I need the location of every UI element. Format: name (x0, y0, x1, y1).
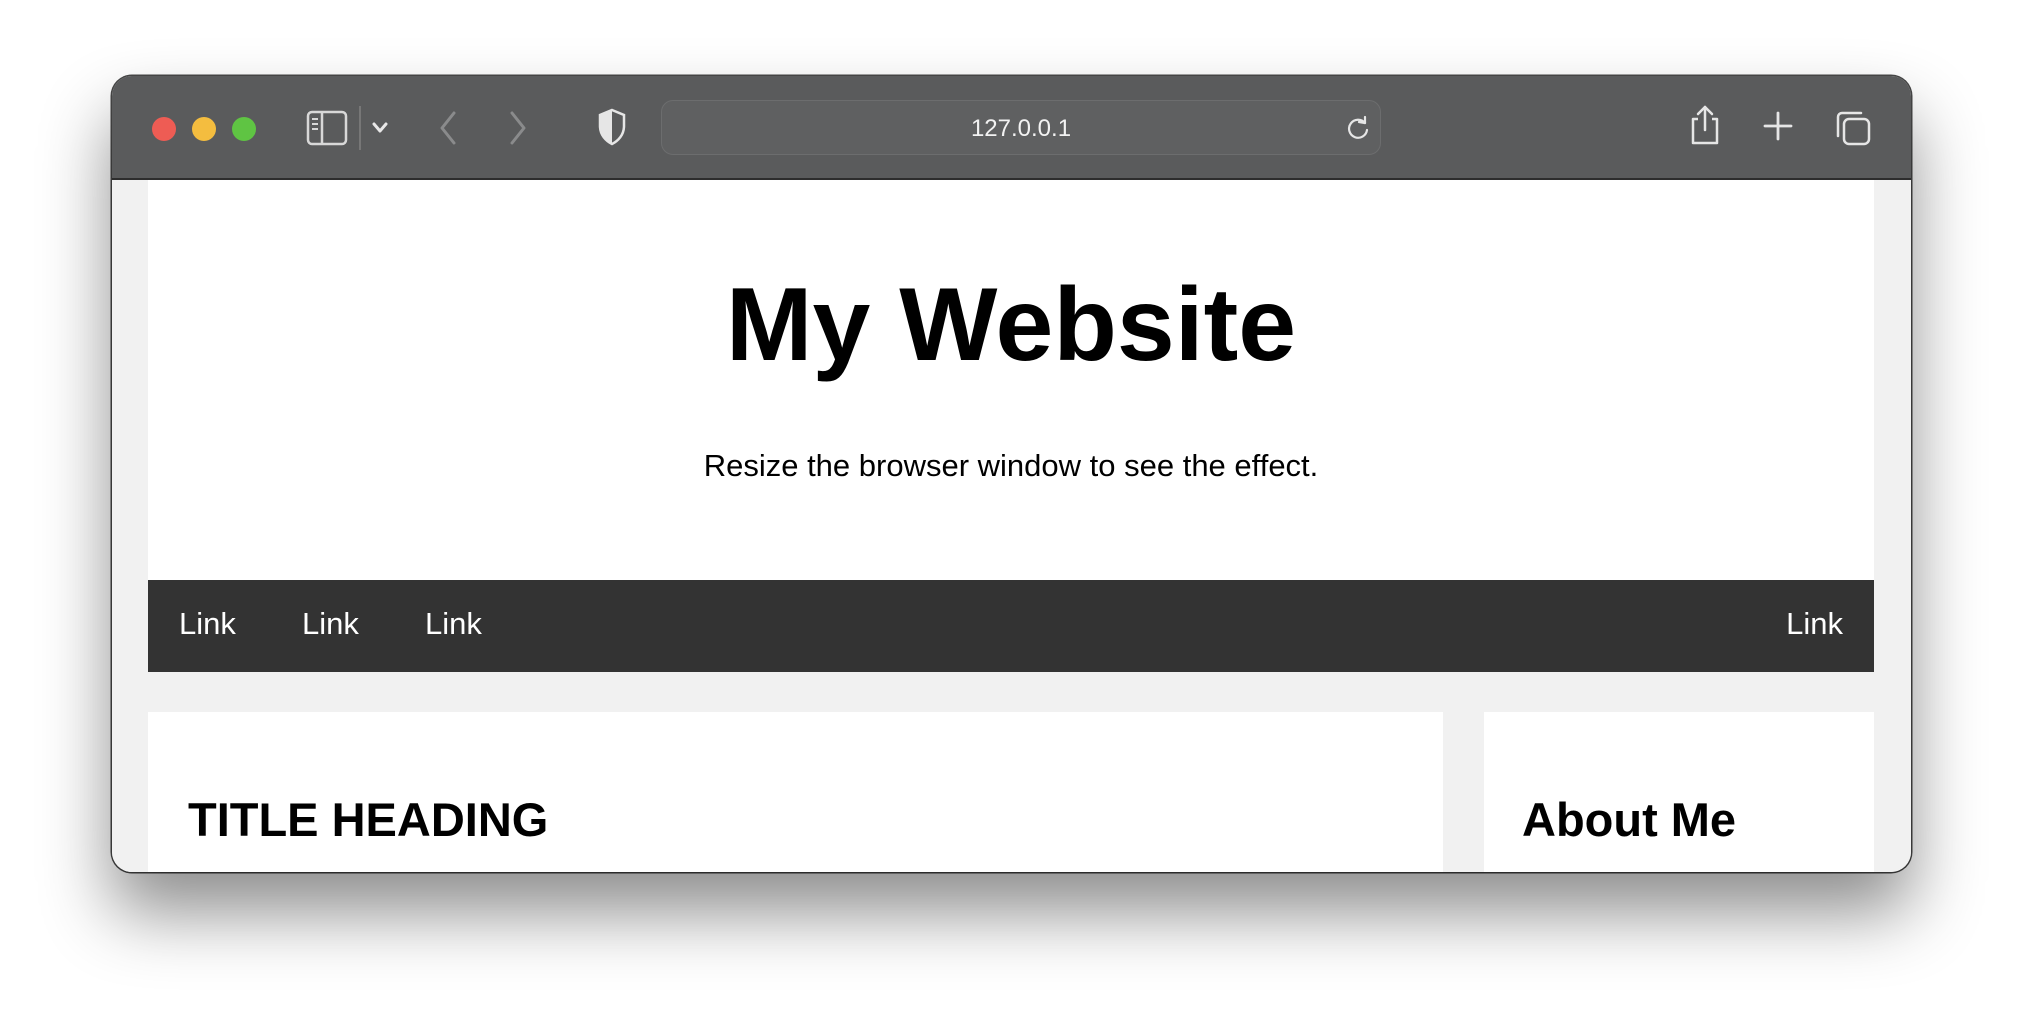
minimize-window-button[interactable] (192, 117, 216, 141)
chevron-down-icon[interactable] (372, 122, 388, 134)
share-icon[interactable] (1688, 104, 1722, 146)
page-viewport: My Website Resize the browser window to … (112, 180, 1911, 872)
close-window-button[interactable] (152, 117, 176, 141)
browser-toolbar: 127.0.0.1 (112, 76, 1911, 180)
privacy-shield-icon[interactable] (597, 108, 627, 146)
sidebar-icon[interactable] (306, 110, 348, 146)
new-tab-icon[interactable] (1763, 111, 1793, 141)
address-text: 127.0.0.1 (970, 115, 1072, 142)
address-bar[interactable]: 127.0.0.1 (661, 100, 1381, 155)
back-icon[interactable] (438, 110, 458, 146)
nav-link-1[interactable]: Link (179, 606, 236, 642)
forward-icon[interactable] (508, 110, 528, 146)
nav-link-right[interactable]: Link (1786, 606, 1843, 642)
sidebar-card: About Me (1484, 712, 1874, 872)
about-me-heading: About Me (1522, 793, 1737, 846)
top-navbar: Link Link Link Link (148, 580, 1874, 672)
tabs-overview-icon[interactable] (1834, 109, 1872, 147)
nav-link-2[interactable]: Link (302, 606, 359, 642)
site-title: My Website (725, 267, 1297, 383)
reload-icon[interactable] (1345, 115, 1371, 141)
site-subtitle: Resize the browser window to see the eff… (703, 448, 1319, 483)
main-title-heading: TITLE HEADING (188, 793, 549, 846)
browser-window: 127.0.0.1 My Website Resize the browser … (112, 76, 1911, 872)
nav-link-3[interactable]: Link (425, 606, 482, 642)
zoom-window-button[interactable] (232, 117, 256, 141)
site-header: My Website Resize the browser window to … (148, 180, 1874, 580)
main-content-card: TITLE HEADING (148, 712, 1443, 872)
toolbar-divider (359, 106, 361, 150)
